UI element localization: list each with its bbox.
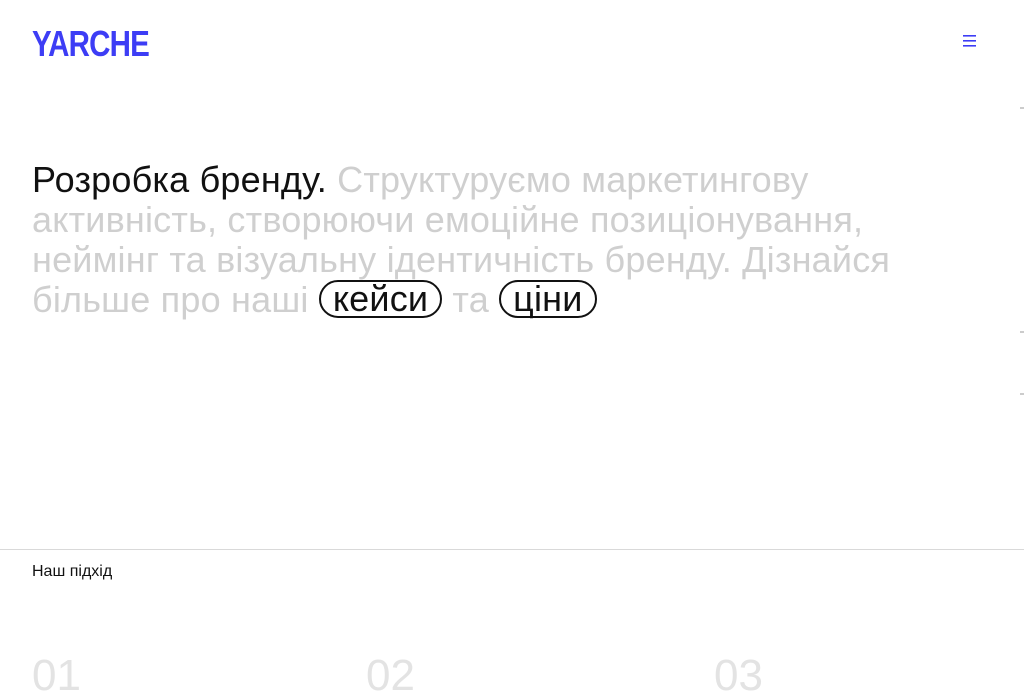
step-number: 01 xyxy=(32,651,81,700)
cases-link[interactable]: кейси xyxy=(318,280,443,318)
edge-marker xyxy=(1020,107,1024,109)
section-divider xyxy=(0,549,1024,550)
site-header: YARCHE xyxy=(0,0,1024,86)
hero-connector: та xyxy=(452,279,489,320)
edge-marker xyxy=(1020,393,1024,395)
step-number: 03 xyxy=(714,651,763,700)
prices-link[interactable]: ціни xyxy=(499,280,597,318)
menu-button[interactable] xyxy=(958,30,982,52)
logo[interactable]: YARCHE xyxy=(32,26,150,62)
hero-text: Розробка бренду. Структуруємо маркетинго… xyxy=(32,160,932,320)
approach-label: Наш підхід xyxy=(32,563,113,580)
hero-lead: Розробка бренду. xyxy=(32,159,327,200)
edge-marker xyxy=(1020,331,1024,333)
hamburger-icon xyxy=(963,35,976,47)
step-number: 02 xyxy=(366,651,415,700)
